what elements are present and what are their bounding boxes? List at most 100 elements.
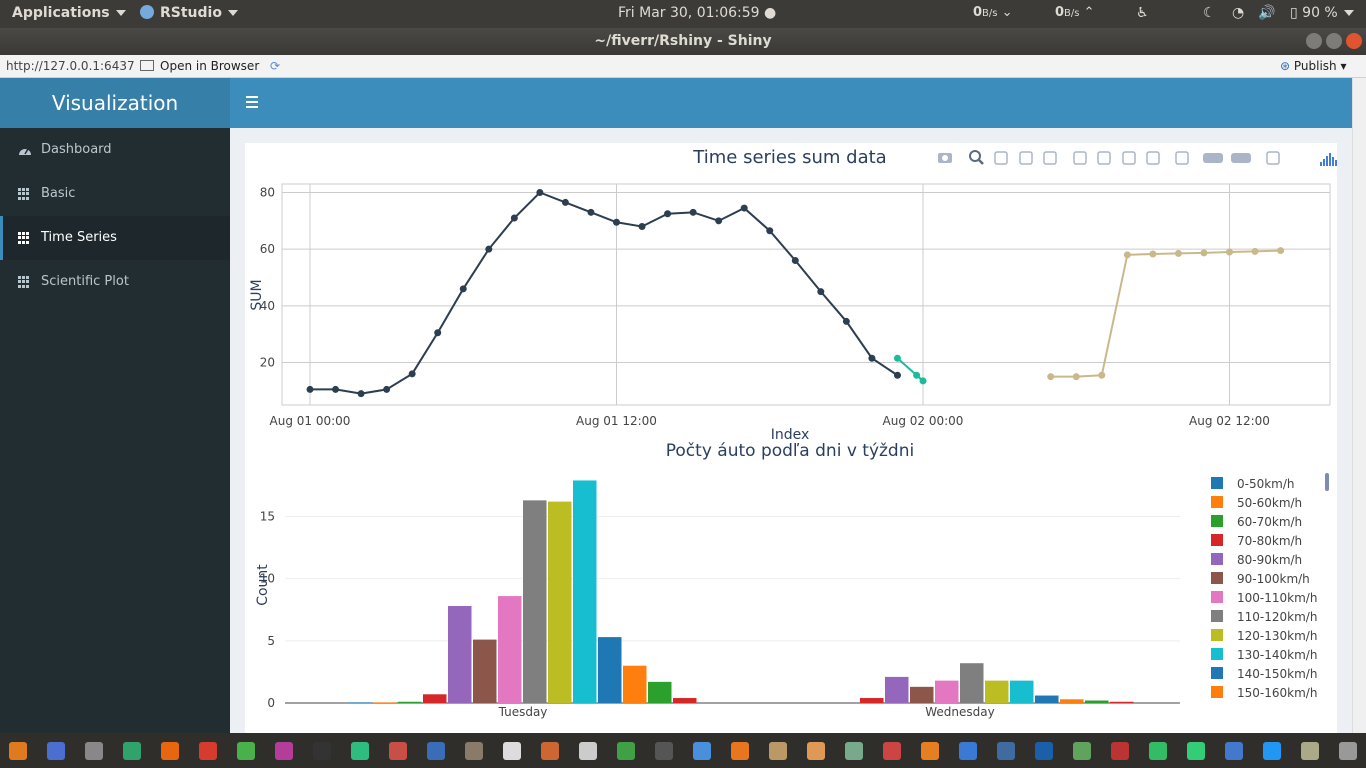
bar[interactable] bbox=[573, 480, 597, 703]
data-point[interactable] bbox=[919, 377, 927, 385]
taskbar-app-icon[interactable] bbox=[1187, 742, 1205, 760]
refresh-icon[interactable]: ⟳ bbox=[270, 59, 280, 73]
taskbar-app-icon[interactable] bbox=[237, 742, 255, 760]
data-point[interactable] bbox=[842, 317, 850, 325]
taskbar-app-icon[interactable] bbox=[85, 742, 103, 760]
taskbar-app-icon[interactable] bbox=[503, 742, 521, 760]
data-point[interactable] bbox=[1174, 249, 1182, 257]
legend-entry[interactable]: 70-80km/h bbox=[1237, 534, 1302, 548]
legend-swatch[interactable] bbox=[1211, 496, 1223, 508]
hover-closest-icon[interactable] bbox=[1203, 153, 1223, 163]
legend-entry[interactable]: 130-140km/h bbox=[1237, 648, 1317, 662]
taskbar-app-icon[interactable] bbox=[997, 742, 1015, 760]
bar[interactable] bbox=[1060, 699, 1084, 703]
legend-swatch[interactable] bbox=[1211, 572, 1223, 584]
data-point[interactable] bbox=[715, 217, 723, 225]
data-point[interactable] bbox=[766, 227, 774, 235]
reset-axes-icon[interactable] bbox=[1146, 151, 1160, 165]
taskbar-app-icon[interactable] bbox=[351, 742, 369, 760]
data-point[interactable] bbox=[1149, 250, 1157, 258]
sidebar-item-basic[interactable]: Basic bbox=[0, 172, 230, 216]
data-point[interactable] bbox=[689, 208, 697, 216]
zoom-out-icon[interactable] bbox=[1097, 151, 1111, 165]
legend-entry[interactable]: 100-110km/h bbox=[1237, 591, 1317, 605]
bar[interactable] bbox=[885, 676, 909, 703]
taskbar-app-icon[interactable] bbox=[1301, 742, 1319, 760]
data-point[interactable] bbox=[1277, 247, 1285, 255]
legend-entry[interactable]: 140-150km/h bbox=[1237, 667, 1317, 681]
data-point[interactable] bbox=[817, 288, 825, 296]
taskbar-app-icon[interactable] bbox=[541, 742, 559, 760]
taskbar-app-icon[interactable] bbox=[389, 742, 407, 760]
data-point[interactable] bbox=[1047, 373, 1055, 381]
legend-swatch[interactable] bbox=[1211, 648, 1223, 660]
taskbar-app-icon[interactable] bbox=[1035, 742, 1053, 760]
bar[interactable] bbox=[348, 702, 372, 703]
data-point[interactable] bbox=[638, 223, 646, 230]
url-field[interactable]: http://127.0.0.1:6437 bbox=[6, 59, 135, 73]
bar[interactable] bbox=[648, 681, 672, 703]
legend-swatch[interactable] bbox=[1211, 534, 1223, 546]
legend-entry[interactable]: 50-60km/h bbox=[1237, 496, 1302, 510]
hover-compare-icon[interactable] bbox=[1231, 153, 1251, 163]
legend-entry[interactable]: 150-160km/h bbox=[1237, 686, 1317, 700]
data-point[interactable] bbox=[485, 245, 493, 253]
data-point[interactable] bbox=[1098, 371, 1106, 379]
autoscale-icon[interactable] bbox=[1122, 151, 1136, 165]
taskbar-app-icon[interactable] bbox=[579, 742, 597, 760]
accessibility-icon[interactable]: ♿ bbox=[1136, 5, 1149, 21]
data-point[interactable] bbox=[893, 354, 901, 362]
legend-entry[interactable]: 120-130km/h bbox=[1237, 629, 1317, 643]
bar[interactable] bbox=[960, 663, 984, 703]
taskbar-app-icon[interactable] bbox=[845, 742, 863, 760]
legend-entry[interactable]: 90-100km/h bbox=[1237, 572, 1310, 586]
taskbar-app-icon[interactable] bbox=[1339, 742, 1357, 760]
taskbar-app-icon[interactable] bbox=[1149, 742, 1167, 760]
net-up-indicator[interactable]: 0B/s ⌃ bbox=[1055, 5, 1095, 20]
data-point[interactable] bbox=[664, 210, 672, 218]
taskbar-app-icon[interactable] bbox=[199, 742, 217, 760]
minimize-button[interactable] bbox=[1306, 33, 1322, 49]
bar[interactable] bbox=[910, 686, 934, 703]
sidebar-item-time-series[interactable]: Time Series bbox=[0, 216, 230, 260]
taskbar-app-icon[interactable] bbox=[161, 742, 179, 760]
bar[interactable] bbox=[473, 639, 497, 703]
bar[interactable] bbox=[548, 501, 572, 703]
data-point[interactable] bbox=[434, 329, 442, 337]
legend-entry[interactable]: 0-50km/h bbox=[1237, 477, 1295, 491]
box-select-icon[interactable] bbox=[1019, 151, 1033, 165]
applications-menu[interactable]: Applications bbox=[12, 5, 126, 21]
lasso-icon[interactable] bbox=[1043, 151, 1057, 165]
taskbar-app-icon[interactable] bbox=[123, 742, 141, 760]
rstudio-menu[interactable]: RStudio bbox=[140, 5, 238, 21]
taskbar-app-icon[interactable] bbox=[1225, 742, 1243, 760]
zoom-icon[interactable] bbox=[969, 150, 984, 165]
taskbar-app-icon[interactable] bbox=[959, 742, 977, 760]
bar[interactable] bbox=[1110, 701, 1134, 703]
data-point[interactable] bbox=[868, 354, 876, 362]
publish-button[interactable]: ⊛ Publish ▾ bbox=[1280, 59, 1347, 73]
open-in-browser-button[interactable]: Open in Browser bbox=[140, 59, 259, 73]
taskbar-app-icon[interactable] bbox=[617, 742, 635, 760]
bar[interactable] bbox=[935, 680, 959, 703]
taskbar-app-icon[interactable] bbox=[883, 742, 901, 760]
data-point[interactable] bbox=[459, 285, 467, 293]
battery-indicator[interactable]: ▯ 90 % bbox=[1290, 5, 1354, 21]
legend-swatch[interactable] bbox=[1211, 686, 1223, 698]
taskbar-app-icon[interactable] bbox=[655, 742, 673, 760]
legend-entry[interactable]: 60-70km/h bbox=[1237, 515, 1302, 529]
bar[interactable] bbox=[398, 701, 422, 703]
bar[interactable] bbox=[1085, 700, 1109, 703]
data-point[interactable] bbox=[893, 371, 901, 379]
data-point[interactable] bbox=[1072, 373, 1080, 381]
legend-swatch[interactable] bbox=[1211, 515, 1223, 527]
data-point[interactable] bbox=[740, 204, 748, 212]
legend-swatch[interactable] bbox=[1211, 629, 1223, 641]
legend-swatch[interactable] bbox=[1211, 610, 1223, 622]
data-point[interactable] bbox=[408, 370, 416, 378]
bar[interactable] bbox=[623, 665, 647, 703]
data-point[interactable] bbox=[383, 385, 391, 393]
bar[interactable] bbox=[448, 606, 472, 703]
bar[interactable] bbox=[1035, 695, 1059, 703]
taskbar-app-icon[interactable] bbox=[9, 742, 27, 760]
